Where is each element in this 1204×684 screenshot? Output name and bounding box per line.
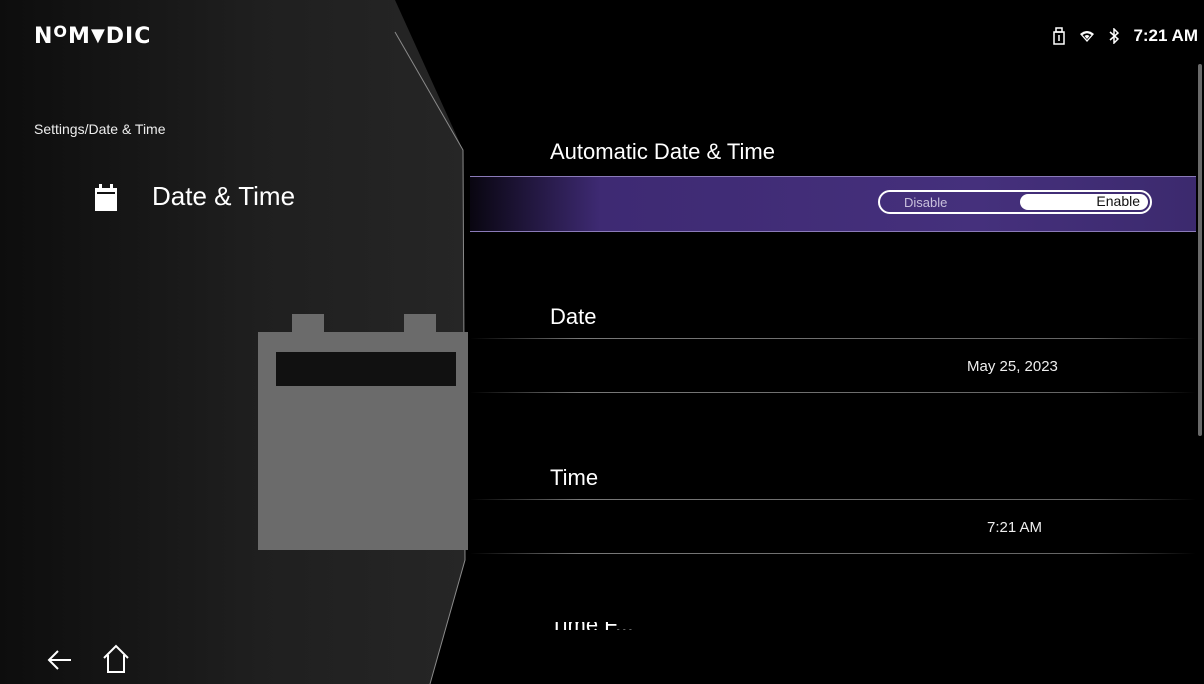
divider — [470, 553, 1196, 554]
date-row[interactable]: May 25, 2023 — [470, 340, 1196, 392]
automatic-date-time-toggle[interactable]: Disable Enable — [878, 190, 1152, 214]
divider — [470, 499, 1196, 500]
date-value: May 25, 2023 — [967, 358, 1058, 375]
scrollbar[interactable] — [1198, 64, 1202, 436]
next-setting-title: Time F... — [550, 622, 640, 630]
section-title: Date & Time — [152, 181, 296, 211]
brand-logo: NOM▼DIC — [34, 22, 152, 49]
date-title: Date — [550, 304, 597, 329]
calendar-large-icon — [258, 314, 468, 550]
bluetooth-icon — [1109, 28, 1120, 44]
divider — [470, 338, 1196, 339]
automatic-date-time-title: Automatic Date & Time — [550, 139, 775, 164]
toggle-option-disable[interactable]: Disable — [904, 195, 947, 210]
wifi-icon — [1080, 31, 1095, 42]
back-arrow-icon[interactable] — [46, 642, 72, 678]
time-value: 7:21 AM — [987, 519, 1043, 536]
usb-icon — [1053, 27, 1066, 45]
toggle-option-enable[interactable]: Enable — [1096, 193, 1140, 209]
status-bar: 7:21 AM — [1053, 26, 1198, 46]
breadcrumb: Settings/Date & Time — [34, 121, 166, 137]
home-icon[interactable] — [102, 640, 130, 676]
time-title: Time — [550, 465, 599, 490]
divider — [470, 392, 1196, 393]
calendar-icon — [95, 184, 117, 211]
status-clock: 7:21 AM — [1133, 26, 1198, 45]
time-row[interactable]: 7:21 AM — [470, 501, 1196, 553]
screen: NOM▼DIC Settings/Date & Time Date & Time — [0, 0, 1204, 684]
